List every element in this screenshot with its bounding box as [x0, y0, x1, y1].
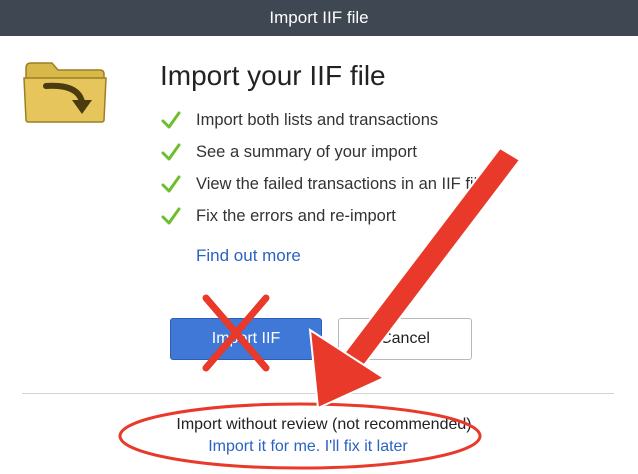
feature-item: Import both lists and transactions — [160, 104, 486, 136]
checkmark-icon — [161, 111, 181, 129]
import-iif-button[interactable]: Import IIF — [170, 318, 322, 360]
feature-list: Import both lists and transactions See a… — [160, 104, 486, 232]
checkmark-icon — [161, 175, 181, 193]
find-out-more-link[interactable]: Find out more — [196, 246, 301, 266]
import-without-review-link[interactable]: Import it for me. I'll fix it later — [0, 438, 616, 456]
feature-text: Import both lists and transactions — [196, 110, 439, 129]
title-bar: Import IIF file — [0, 0, 638, 36]
window-title: Import IIF file — [269, 8, 369, 27]
footer-note: Import without review (not recommended) — [176, 416, 472, 433]
divider — [22, 393, 614, 394]
checkmark-icon — [161, 207, 181, 225]
cancel-button[interactable]: Cancel — [338, 318, 472, 360]
feature-item: View the failed transactions in an IIF f… — [160, 168, 486, 200]
page-heading: Import your IIF file — [160, 60, 386, 91]
highlight-ellipse — [118, 402, 482, 470]
feature-text: Fix the errors and re-import — [196, 206, 396, 225]
feature-text: See a summary of your import — [196, 142, 417, 161]
checkmark-icon — [161, 143, 181, 161]
feature-item: See a summary of your import — [160, 136, 486, 168]
feature-text: View the failed transactions in an IIF f… — [196, 174, 487, 193]
folder-arrow-icon — [23, 62, 107, 123]
feature-item: Fix the errors and re-import — [160, 200, 486, 232]
